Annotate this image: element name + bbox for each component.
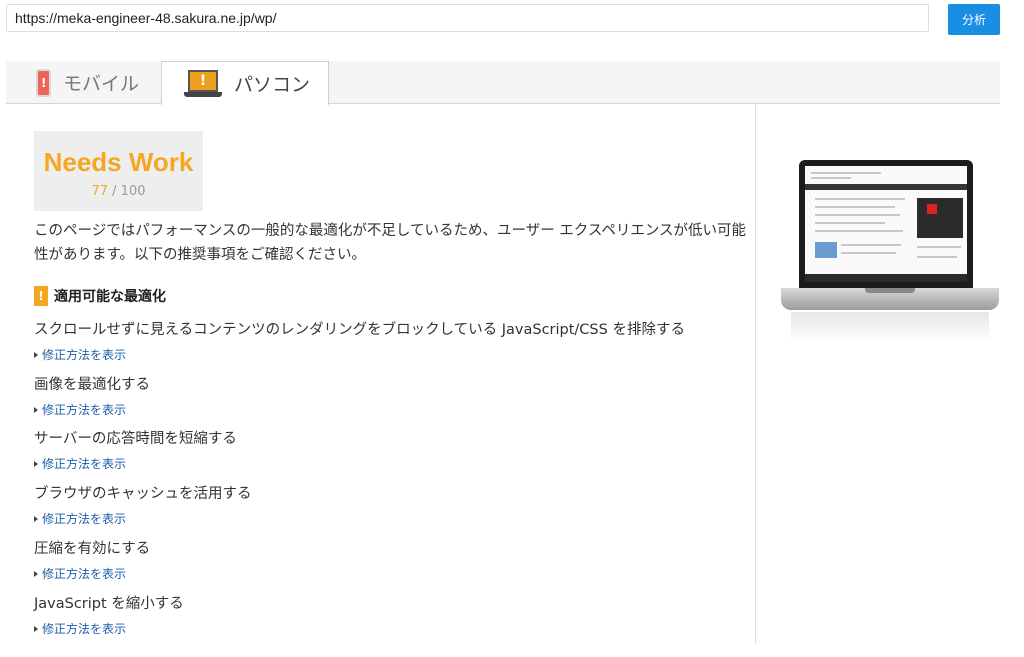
- list-item: 画像を最適化する 修正方法を表示: [34, 373, 150, 418]
- url-input[interactable]: [6, 4, 929, 32]
- score-rating: Needs Work: [43, 147, 194, 177]
- list-item: サーバーの応答時間を短縮する 修正方法を表示: [34, 427, 237, 472]
- show-fix-label: 修正方法を表示: [42, 457, 127, 471]
- desktop-preview-image: [781, 160, 999, 350]
- show-fix-link[interactable]: 修正方法を表示: [34, 620, 184, 637]
- expand-triangle-icon: [34, 570, 38, 577]
- show-fix-link[interactable]: 修正方法を表示: [34, 401, 150, 418]
- rule-title: ブラウザのキャッシュを活用する: [34, 486, 252, 502]
- list-item: ブラウザのキャッシュを活用する 修正方法を表示: [34, 482, 252, 527]
- optimizations-heading: ! 適用可能な最適化: [34, 286, 166, 306]
- optimizations-heading-label: 適用可能な最適化: [54, 289, 166, 305]
- expand-triangle-icon: [34, 406, 38, 413]
- laptop-base: [781, 288, 999, 310]
- show-fix-label: 修正方法を表示: [42, 348, 127, 362]
- expand-triangle-icon: [34, 515, 38, 522]
- content-divider: [755, 104, 756, 644]
- tab-mobile-label: モバイル: [63, 73, 140, 95]
- expand-triangle-icon: [34, 351, 38, 358]
- rule-title: サーバーの応答時間を短縮する: [34, 431, 237, 447]
- warning-icon: !: [34, 286, 48, 306]
- page-screenshot-thumbnail: [805, 166, 967, 282]
- mobile-phone-warning-icon: !: [36, 68, 51, 97]
- rule-title: 圧縮を有効にする: [34, 541, 151, 557]
- score-line: 77 / 100: [34, 184, 203, 199]
- show-fix-label: 修正方法を表示: [42, 403, 127, 417]
- show-fix-link[interactable]: 修正方法を表示: [34, 455, 237, 472]
- score-value: 77: [91, 184, 109, 199]
- rule-title: スクロールせずに見えるコンテンツのレンダリングをブロックしている JavaScr…: [34, 322, 685, 338]
- rule-title: 画像を最適化する: [34, 377, 150, 393]
- show-fix-label: 修正方法を表示: [42, 512, 127, 526]
- show-fix-label: 修正方法を表示: [42, 567, 127, 581]
- laptop-screen-frame: [799, 160, 973, 288]
- show-fix-link[interactable]: 修正方法を表示: [34, 510, 252, 527]
- rule-title: JavaScript を縮小する: [34, 596, 184, 612]
- list-item: 圧縮を有効にする 修正方法を表示: [34, 537, 150, 582]
- analyze-button[interactable]: 分析: [948, 4, 1000, 35]
- list-item: JavaScript を縮小する 修正方法を表示: [34, 592, 184, 637]
- list-item: スクロールせずに見えるコンテンツのレンダリングをブロックしている JavaScr…: [34, 318, 685, 363]
- score-box: Needs Work 77 / 100: [34, 131, 203, 211]
- summary-text: このページではパフォーマンスの一般的な最適化が不足しているため、ユーザー エクス…: [34, 223, 747, 263]
- laptop-warning-icon: !: [184, 69, 222, 98]
- laptop-reflection: [791, 312, 989, 342]
- expand-triangle-icon: [34, 625, 38, 632]
- expand-triangle-icon: [34, 460, 38, 467]
- show-fix-link[interactable]: 修正方法を表示: [34, 346, 685, 363]
- show-fix-link[interactable]: 修正方法を表示: [34, 565, 150, 582]
- tab-mobile[interactable]: ! モバイル: [6, 61, 160, 104]
- device-tabs: ! モバイル ! パソコン: [6, 61, 1000, 105]
- show-fix-label: 修正方法を表示: [42, 622, 127, 636]
- tab-desktop-label: パソコン: [234, 74, 311, 96]
- score-max: / 100: [112, 184, 146, 199]
- tab-desktop[interactable]: ! パソコン: [161, 61, 329, 105]
